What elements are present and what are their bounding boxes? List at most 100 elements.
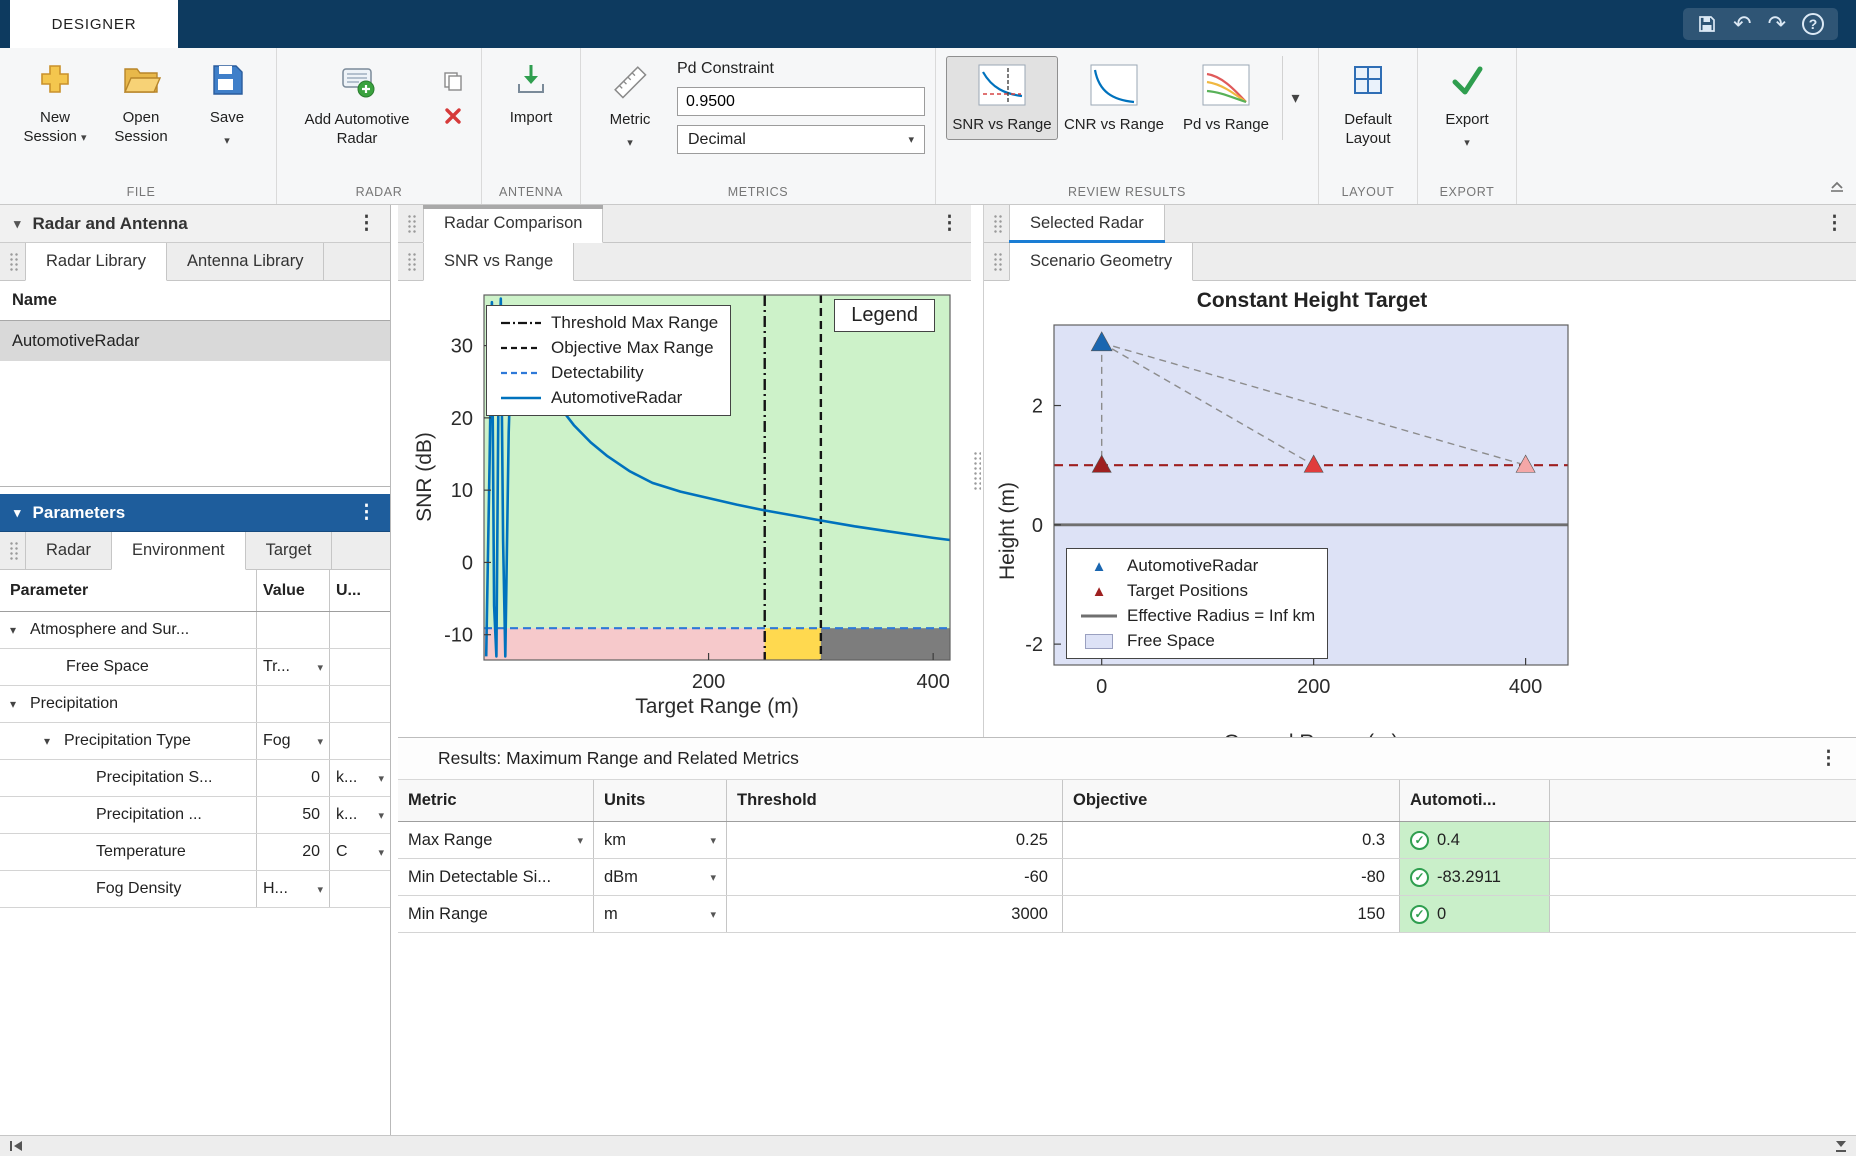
save-icon[interactable]: [1697, 14, 1717, 34]
review-pd-vs-range[interactable]: Pd vs Range: [1170, 56, 1282, 140]
library-row-automotiveradar[interactable]: AutomotiveRadar: [0, 321, 390, 361]
tab-environment[interactable]: Environment: [111, 532, 246, 570]
export-button[interactable]: Export ▾: [1428, 52, 1506, 149]
save-session-button[interactable]: Save ▾: [188, 52, 266, 147]
free-space-dropdown[interactable]: Tr...▾: [257, 649, 330, 685]
param-row-precipitation[interactable]: ▾Precipitation: [0, 686, 390, 723]
threshold-cell[interactable]: -60: [727, 859, 1063, 895]
ribbon-section-file: New Session ▾ Open Session Save ▾ FILE: [6, 48, 277, 204]
undo-icon[interactable]: ↶: [1733, 13, 1751, 35]
panel-menu-icon[interactable]: ⋮: [940, 214, 959, 233]
tab-radar[interactable]: Radar: [25, 532, 112, 569]
objective-cell[interactable]: 150: [1063, 896, 1400, 932]
add-automotive-radar-label: Add Automotive Radar: [287, 111, 427, 149]
objective-cell[interactable]: 0.3: [1063, 822, 1400, 858]
param-row-precipitation-2[interactable]: Precipitation ... 50 k...▾: [0, 797, 390, 834]
drag-handle-icon[interactable]: [8, 251, 18, 273]
panel-menu-icon[interactable]: ⋮: [1825, 214, 1844, 233]
splitter-grip-icon[interactable]: [973, 451, 981, 491]
units-dropdown[interactable]: k...▾: [330, 797, 390, 833]
param-row-atmosphere[interactable]: ▾Atmosphere and Sur...: [0, 612, 390, 649]
threshold-value: 3000: [1011, 905, 1048, 924]
tab-target[interactable]: Target: [245, 532, 333, 569]
units-dropdown[interactable]: k...▾: [330, 760, 390, 796]
geometry-legend[interactable]: ▲AutomotiveRadar ▲Target Positions Effec…: [1066, 548, 1328, 659]
drag-handle-icon[interactable]: [406, 213, 416, 235]
y-axis-label: SNR (dB): [413, 432, 437, 522]
go-to-first-icon[interactable]: [8, 1140, 24, 1152]
fog-density-dropdown[interactable]: H...▾: [257, 871, 330, 907]
collapse-ribbon-icon[interactable]: [1828, 179, 1846, 198]
drag-handle-icon[interactable]: [992, 251, 1002, 273]
threshold-cell[interactable]: 0.25: [727, 822, 1063, 858]
help-icon[interactable]: ?: [1802, 13, 1824, 35]
format-dropdown[interactable]: Decimal ▾: [677, 125, 925, 154]
delete-radar-icon[interactable]: [443, 106, 463, 126]
metric-cell[interactable]: Min Detectable Si...: [398, 859, 594, 895]
tab-radar-library[interactable]: Radar Library: [25, 243, 167, 281]
results-row-min-detectable-signal: Min Detectable Si... dBm▾ -60 -80 ✓-83.2…: [398, 859, 1856, 896]
metric-dropdown[interactable]: Max Range▾: [398, 822, 594, 858]
legend-title-box[interactable]: Legend: [834, 299, 935, 332]
units-dropdown[interactable]: C▾: [330, 834, 390, 870]
tab-scenario-geometry[interactable]: Scenario Geometry: [1009, 243, 1193, 281]
parameter-grid-header: Parameter Value U...: [0, 570, 390, 612]
collapse-chevron-icon[interactable]: ▾: [14, 216, 21, 232]
value-field[interactable]: 20: [257, 834, 330, 870]
new-session-button[interactable]: New Session ▾: [16, 52, 94, 147]
param-row-precipitation-type[interactable]: ▾Precipitation Type Fog▾: [0, 723, 390, 760]
param-row-precipitation-s[interactable]: Precipitation S... 0 k...▾: [0, 760, 390, 797]
drag-handle-icon[interactable]: [406, 251, 416, 273]
value-field[interactable]: 50: [257, 797, 330, 833]
expand-chevron-icon[interactable]: ▾: [10, 623, 24, 637]
pass-check-icon: ✓: [1410, 905, 1429, 924]
open-session-button[interactable]: Open Session: [102, 52, 180, 147]
geometry-plot-canvas[interactable]: 0200400-202: [984, 317, 1584, 737]
metric-cell[interactable]: Min Range: [398, 896, 594, 932]
chevron-down-icon: ▾: [1464, 136, 1470, 149]
param-row-fog-density[interactable]: Fog Density H...▾: [0, 871, 390, 908]
metric-button[interactable]: Metric ▾: [591, 52, 669, 149]
redo-icon[interactable]: ↷: [1768, 13, 1786, 35]
units-dropdown[interactable]: dBm▾: [594, 859, 727, 895]
expand-chevron-icon[interactable]: ▾: [44, 734, 58, 748]
y-axis-label: Height (m): [996, 482, 1020, 580]
panel-menu-icon[interactable]: ⋮: [357, 503, 376, 522]
pd-constraint-input[interactable]: [677, 87, 925, 116]
review-cnr-vs-range[interactable]: CNR vs Range: [1058, 56, 1170, 140]
snr-vs-range-plot[interactable]: 200400-100102030 SNR (dB) Target Range (…: [398, 281, 971, 737]
column-automotiveradar: Automoti...: [1410, 791, 1496, 810]
tab-selected-radar[interactable]: Selected Radar: [1009, 205, 1165, 243]
tab-designer[interactable]: DESIGNER: [10, 0, 178, 48]
param-row-free-space[interactable]: Free Space Tr...▾: [0, 649, 390, 686]
tab-antenna-library[interactable]: Antenna Library: [166, 243, 325, 280]
panel-splitter[interactable]: [971, 205, 983, 737]
gallery-expand-icon[interactable]: ▾: [1282, 56, 1308, 140]
snr-legend[interactable]: Threshold Max Range Objective Max Range …: [486, 305, 731, 416]
objective-cell[interactable]: -80: [1063, 859, 1400, 895]
tab-snr-vs-range[interactable]: SNR vs Range: [423, 243, 574, 281]
panel-menu-icon[interactable]: ⋮: [357, 214, 376, 233]
drag-handle-icon[interactable]: [992, 213, 1002, 235]
default-layout-button[interactable]: Default Layout: [1329, 52, 1407, 149]
units-dropdown[interactable]: m▾: [594, 896, 727, 932]
param-unit: k...: [336, 769, 357, 787]
value-field[interactable]: 0: [257, 760, 330, 796]
review-snr-vs-range[interactable]: SNR vs Range: [946, 56, 1058, 140]
drag-handle-icon[interactable]: [8, 540, 18, 562]
units-dropdown[interactable]: km▾: [594, 822, 727, 858]
legend-label: Objective Max Range: [551, 338, 714, 358]
pd-vs-range-icon: [1202, 64, 1250, 111]
param-row-temperature[interactable]: Temperature 20 C▾: [0, 834, 390, 871]
collapse-chevron-icon[interactable]: ▾: [14, 505, 21, 521]
expand-chevron-icon[interactable]: ▾: [10, 697, 24, 711]
tab-radar-comparison[interactable]: Radar Comparison: [423, 205, 603, 243]
import-antenna-button[interactable]: Import: [492, 52, 570, 128]
threshold-cell[interactable]: 3000: [727, 896, 1063, 932]
collapse-down-icon[interactable]: [1834, 1139, 1848, 1153]
copy-radar-icon[interactable]: [442, 70, 464, 92]
panel-menu-icon[interactable]: ⋮: [1819, 749, 1838, 768]
add-automotive-radar-button[interactable]: Add Automotive Radar: [287, 52, 427, 149]
scenario-geometry-plot[interactable]: Constant Height Target 0200400-202 Heigh…: [984, 281, 1856, 737]
precipitation-type-dropdown[interactable]: Fog▾: [257, 723, 330, 759]
